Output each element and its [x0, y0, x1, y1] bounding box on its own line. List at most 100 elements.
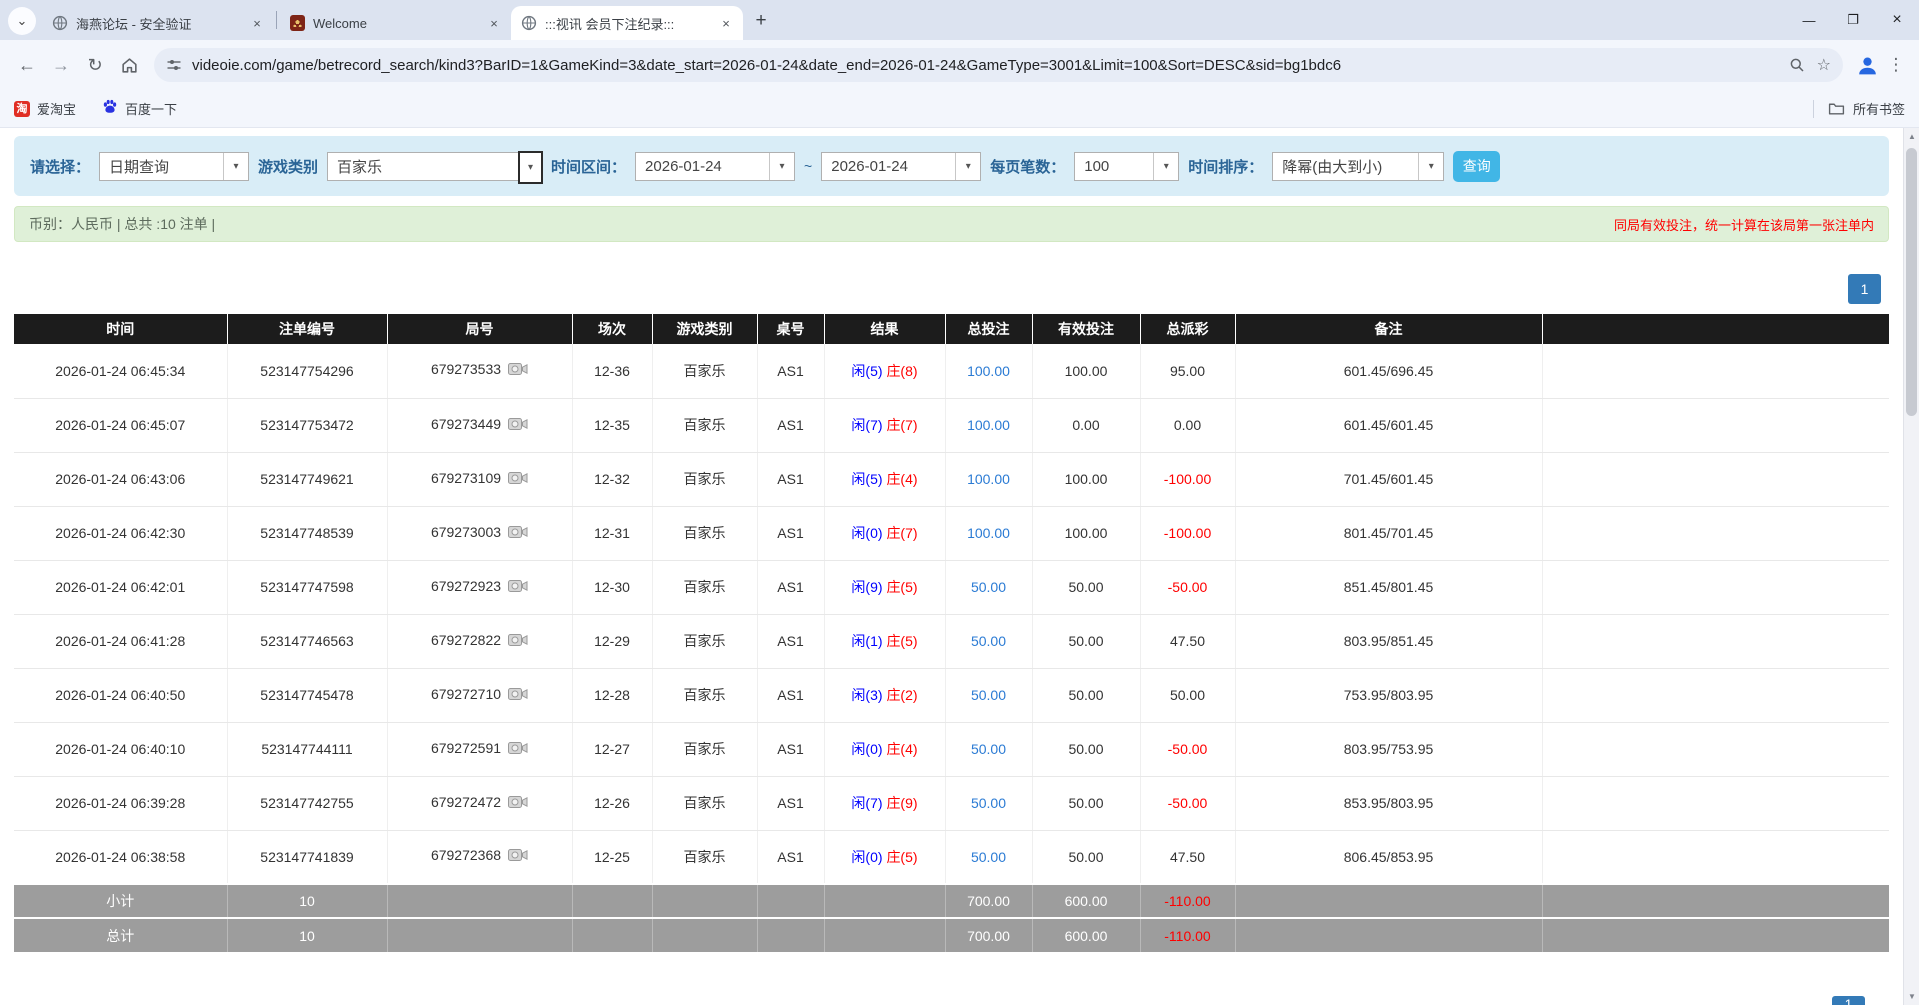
dropdown-arrow-icon[interactable]: ▾	[769, 153, 794, 180]
url-text[interactable]: videoie.com/game/betrecord_search/kind3?…	[192, 57, 1777, 74]
summary-bar: 币别：人民币 | 总共 :10 注单 | 同局有效投注，统一计算在该局第一张注单…	[14, 206, 1889, 242]
scroll-up-icon[interactable]: ▲	[1904, 128, 1919, 145]
cell-bet-id: 523147748539	[227, 506, 387, 560]
profile-avatar[interactable]	[1851, 49, 1883, 81]
total-bet-link[interactable]: 100.00	[967, 417, 1010, 433]
vertical-scrollbar[interactable]: ▲ ▼	[1903, 128, 1919, 1005]
home-button[interactable]	[112, 48, 146, 82]
zoom-icon[interactable]	[1789, 57, 1805, 73]
cell-result: 闲(1) 庄(5)	[824, 614, 945, 668]
total-bet-link[interactable]: 50.00	[971, 687, 1006, 703]
search-button[interactable]: 查询	[1453, 151, 1500, 182]
dropdown-arrow-icon[interactable]: ▾	[1418, 153, 1443, 180]
video-replay-icon[interactable]	[508, 578, 528, 597]
page-1-button-bottom[interactable]: 1	[1832, 996, 1865, 1005]
total-bet-link[interactable]: 50.00	[971, 579, 1006, 595]
tab-title: Welcome	[313, 16, 485, 31]
table-row: 2026-01-24 06:38:58523147741839679272368…	[14, 830, 1889, 884]
cell-total-bet: 50.00	[945, 776, 1032, 830]
dropdown-arrow-icon[interactable]: ▾	[223, 153, 248, 180]
cell-payout: 47.50	[1140, 830, 1235, 884]
video-replay-icon[interactable]	[508, 794, 528, 813]
column-header: 桌号	[757, 314, 824, 344]
total-bet-link[interactable]: 100.00	[967, 525, 1010, 541]
page-1-button[interactable]: 1	[1848, 274, 1881, 304]
tab-close-icon[interactable]: ×	[485, 14, 503, 32]
minimize-button[interactable]: —	[1787, 0, 1831, 40]
dropdown-arrow-icon[interactable]: ▾	[518, 151, 543, 184]
all-bookmarks-button[interactable]: 所有书签	[1853, 99, 1905, 118]
cell-note: 601.45/696.45	[1235, 344, 1542, 398]
footer-empty	[572, 884, 652, 918]
footer-empty	[572, 918, 652, 952]
cell-session: 12-36	[572, 344, 652, 398]
cell-filler	[1542, 830, 1889, 884]
folder-icon	[1828, 100, 1845, 117]
close-button[interactable]: ×	[1875, 0, 1919, 40]
total-bet-link[interactable]: 50.00	[971, 795, 1006, 811]
date-start-select[interactable]: 2026-01-24 ▾	[635, 152, 795, 181]
cell-filler	[1542, 668, 1889, 722]
column-header: 时间	[14, 314, 227, 344]
tab[interactable]: Welcome×	[279, 6, 511, 40]
footer-empty	[757, 918, 824, 952]
footer-empty	[824, 884, 945, 918]
sort-order-select[interactable]: 降幂(由大到小) ▾	[1272, 152, 1444, 181]
total-bet-link[interactable]: 50.00	[971, 633, 1006, 649]
cell-session: 12-35	[572, 398, 652, 452]
browser-menu-button[interactable]: ⋮	[1883, 55, 1909, 75]
total-bet-link[interactable]: 50.00	[971, 849, 1006, 865]
tab-search-button[interactable]: ⌄	[8, 7, 36, 35]
query-mode-select[interactable]: 日期查询 ▾	[99, 152, 249, 181]
page-size-select[interactable]: 100 ▾	[1074, 152, 1179, 181]
cell-filler	[1542, 776, 1889, 830]
reload-button[interactable]: ↻	[78, 48, 112, 82]
dropdown-arrow-icon[interactable]: ▾	[955, 153, 980, 180]
video-replay-icon[interactable]	[508, 470, 528, 489]
scroll-down-icon[interactable]: ▼	[1904, 988, 1919, 1005]
maximize-button[interactable]: ❐	[1831, 0, 1875, 40]
footer-note	[1235, 918, 1542, 952]
tab[interactable]: :::视讯 会员下注纪录:::×	[511, 6, 743, 40]
back-button[interactable]: ←	[10, 48, 44, 82]
tab-close-icon[interactable]: ×	[248, 14, 266, 32]
cell-result: 闲(0) 庄(7)	[824, 506, 945, 560]
tab-close-icon[interactable]: ×	[717, 14, 735, 32]
site-info-icon[interactable]	[166, 57, 182, 73]
total-bet-link[interactable]: 100.00	[967, 363, 1010, 379]
new-tab-button[interactable]: +	[747, 7, 775, 35]
column-header: 有效投注	[1032, 314, 1140, 344]
game-category-select[interactable]: 百家乐 ▾	[327, 152, 542, 181]
bookmark-item[interactable]: 百度一下	[102, 99, 177, 118]
total-bet-link[interactable]: 50.00	[971, 741, 1006, 757]
address-bar[interactable]: videoie.com/game/betrecord_search/kind3?…	[154, 48, 1843, 82]
video-replay-icon[interactable]	[508, 632, 528, 651]
cell-time: 2026-01-24 06:38:58	[14, 830, 227, 884]
forward-button[interactable]: →	[44, 48, 78, 82]
cell-table-no: AS1	[757, 344, 824, 398]
cell-bet-id: 523147753472	[227, 398, 387, 452]
bookmark-item[interactable]: 淘爱淘宝	[14, 99, 76, 118]
star-icon[interactable]: ☆	[1817, 55, 1831, 75]
video-replay-icon[interactable]	[508, 361, 528, 380]
total-bet-link[interactable]: 100.00	[967, 471, 1010, 487]
video-replay-icon[interactable]	[508, 416, 528, 435]
video-replay-icon[interactable]	[508, 524, 528, 543]
dropdown-arrow-icon[interactable]: ▾	[1153, 153, 1178, 180]
round-number: 679273003	[431, 524, 501, 540]
video-replay-icon[interactable]	[508, 847, 528, 866]
date-end-select[interactable]: 2026-01-24 ▾	[821, 152, 981, 181]
column-header: 局号	[387, 314, 572, 344]
video-replay-icon[interactable]	[508, 686, 528, 705]
footer-payout: -110.00	[1140, 918, 1235, 952]
cell-session: 12-31	[572, 506, 652, 560]
scrollbar-thumb[interactable]	[1906, 148, 1917, 416]
column-header: 游戏类别	[652, 314, 757, 344]
cell-round: 679272923	[387, 560, 572, 614]
date-separator: ~	[804, 158, 812, 174]
table-row: 2026-01-24 06:41:28523147746563679272822…	[14, 614, 1889, 668]
round-number: 679272710	[431, 686, 501, 702]
video-replay-icon[interactable]	[508, 740, 528, 759]
cell-table-no: AS1	[757, 776, 824, 830]
tab[interactable]: 海燕论坛 - 安全验证×	[42, 6, 274, 40]
